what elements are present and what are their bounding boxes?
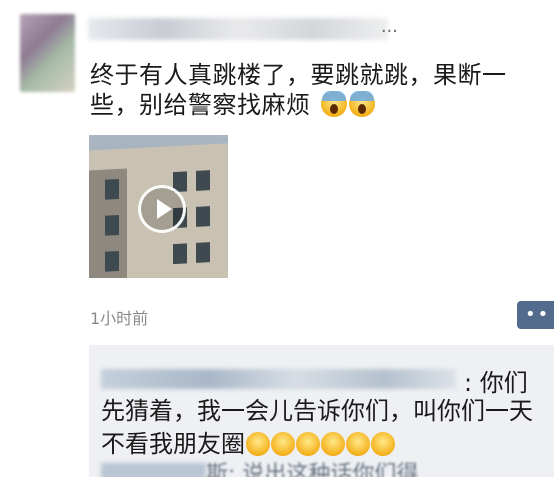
window (105, 250, 119, 272)
rolling-laugh-emoji-icon (321, 432, 345, 456)
second-commenter-blurred (101, 463, 206, 477)
video-thumbnail[interactable] (89, 135, 228, 278)
play-triangle (157, 199, 172, 219)
more-button[interactable]: •• (517, 301, 554, 329)
post-text-line1: 终于有人真跳楼了，要跳就跳，果断一 (90, 61, 507, 89)
author-name-row[interactable]: ... (88, 14, 398, 44)
post-time: 1小时前 (90, 309, 149, 328)
rolling-laugh-emoji-icon (296, 432, 320, 456)
more-icon: •• (525, 304, 551, 325)
author-name-blurred (88, 18, 388, 40)
laugh-cry-emoji-icon (271, 432, 295, 456)
smile-emoji-icon (346, 432, 370, 456)
post-text-line2: 些，别给警察找麻烦 (90, 91, 311, 119)
comment-body[interactable]: 先猜着，我一会儿告诉你们，叫你们一天不看我朋友圈 (101, 395, 541, 461)
window (173, 243, 187, 265)
smile-emoji-icon (371, 432, 395, 456)
window (105, 178, 119, 200)
comment-tail-label: : 你们 (464, 369, 528, 397)
window (196, 206, 210, 227)
comment-box: : 你们 先猜着，我一会儿告诉你们，叫你们一天不看我朋友圈 斯: 说出这种话你们… (89, 345, 554, 477)
avatar[interactable] (20, 14, 75, 92)
name-ellipsis: ... (380, 16, 398, 37)
window (196, 170, 210, 191)
play-icon[interactable] (138, 185, 186, 233)
window (105, 214, 119, 236)
second-comment[interactable]: 斯: 说出这种话你们得 (101, 459, 554, 477)
laugh-cry-emoji-icon (246, 432, 270, 456)
second-comment-text: 斯: 说出这种话你们得 (206, 462, 419, 477)
scream-emoji-icon (320, 91, 347, 117)
post-text: 终于有人真跳楼了，要跳就跳，果断一 些，别给警察找麻烦 (90, 60, 530, 120)
commenter-name-blurred[interactable] (101, 369, 456, 389)
scream-emoji-icon (348, 91, 375, 117)
window (196, 242, 210, 263)
